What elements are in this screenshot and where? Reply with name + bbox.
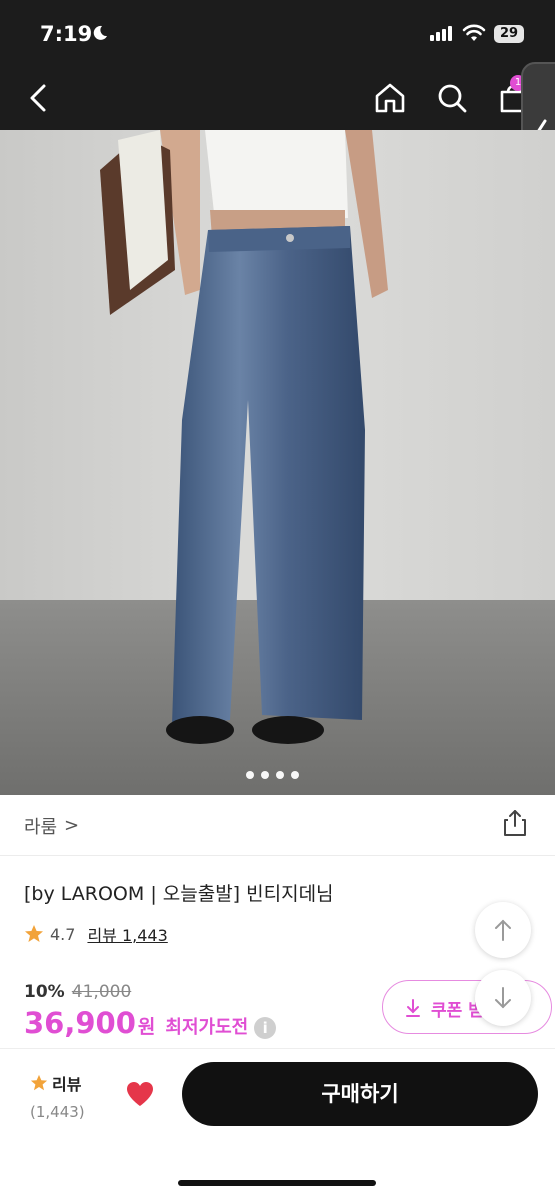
buy-button[interactable]: 구매하기 bbox=[182, 1062, 538, 1126]
sale-price-row: 36,900 원 최저가도전 i bbox=[24, 1006, 277, 1040]
brand-name[interactable]: 라룸 bbox=[24, 813, 57, 839]
scroll-to-top-button[interactable] bbox=[475, 902, 531, 958]
arrow-down-icon bbox=[495, 987, 511, 1009]
status-time: 7:19 bbox=[40, 22, 93, 46]
sale-price: 36,900 bbox=[24, 1006, 136, 1040]
page-dot[interactable] bbox=[261, 771, 269, 779]
star-icon bbox=[25, 925, 43, 942]
page-dot[interactable] bbox=[291, 771, 299, 779]
lowest-price-label: 최저가도전 bbox=[165, 1017, 249, 1038]
product-image[interactable] bbox=[0, 130, 555, 795]
wifi-icon bbox=[462, 24, 486, 41]
info-icon[interactable]: i bbox=[254, 1017, 277, 1039]
scroll-to-bottom-button[interactable] bbox=[475, 970, 531, 1026]
rating-row: 4.7 리뷰 1,443 bbox=[24, 922, 168, 946]
brand-row[interactable]: 라룸 > bbox=[0, 795, 555, 856]
back-arrow-icon[interactable] bbox=[22, 80, 58, 116]
star-icon bbox=[30, 1074, 48, 1091]
original-price: 41,000 bbox=[71, 982, 132, 1002]
product-title: [by LAROOM | 오늘출발] 빈티지데님 bbox=[24, 883, 334, 905]
rating-value: 4.7 bbox=[50, 924, 76, 944]
page-dot[interactable] bbox=[276, 771, 284, 779]
moon-icon bbox=[93, 25, 107, 40]
review-label: 리뷰 bbox=[52, 1075, 82, 1094]
currency-unit: 원 bbox=[137, 1016, 156, 1038]
jeans-photo bbox=[0, 130, 555, 795]
home-icon[interactable] bbox=[372, 80, 408, 116]
download-icon bbox=[406, 999, 420, 1017]
review-summary[interactable]: 리뷰 (1,443) bbox=[30, 1071, 85, 1121]
cellular-signal-icon bbox=[430, 26, 452, 41]
status-bar: 7:19 29 bbox=[0, 0, 555, 66]
page-dot[interactable] bbox=[246, 771, 254, 779]
discount-row: 10% 41,000 bbox=[24, 982, 131, 1002]
top-navigation-bar: 1 bbox=[0, 66, 555, 130]
share-icon[interactable] bbox=[502, 809, 528, 837]
review-count-link[interactable]: 리뷰 1,443 bbox=[87, 922, 167, 946]
discount-rate: 10% bbox=[24, 982, 65, 1002]
home-indicator bbox=[178, 1180, 376, 1186]
chevron-right-icon: > bbox=[64, 815, 80, 836]
search-icon[interactable] bbox=[434, 80, 470, 116]
image-pagination-dots bbox=[246, 771, 299, 779]
review-summary-title: 리뷰 bbox=[30, 1071, 85, 1095]
arrow-up-icon bbox=[495, 919, 511, 941]
battery-indicator: 29 bbox=[494, 25, 524, 43]
review-count: (1,443) bbox=[30, 1103, 85, 1121]
heart-icon[interactable] bbox=[125, 1080, 155, 1108]
